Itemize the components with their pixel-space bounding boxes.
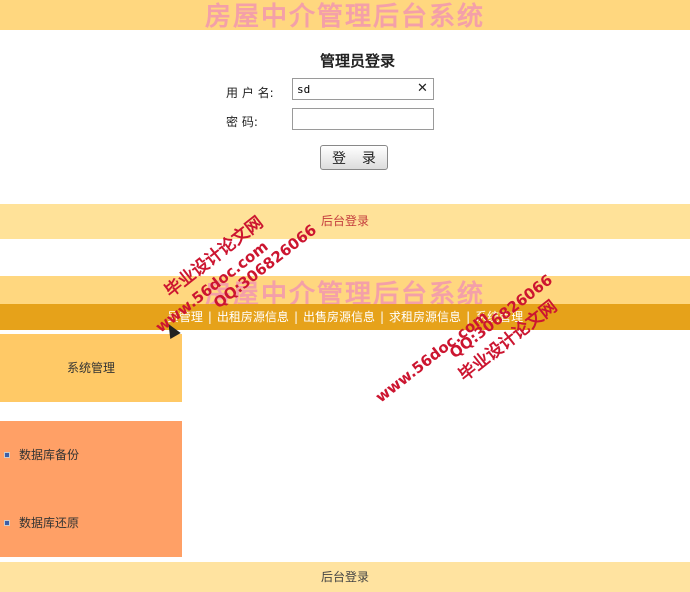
- sidebar-heading: 系统管理: [0, 334, 182, 402]
- banner-title: 房屋中介管理后台系统: [204, 2, 485, 30]
- nav-item-sale[interactable]: 出售房源信息: [303, 310, 375, 324]
- username-label: 用 户 名:: [226, 86, 274, 100]
- password-label: 密 码:: [226, 115, 258, 129]
- nav-separator: |: [293, 310, 298, 324]
- sidebar-item-label: 数据库还原: [19, 516, 80, 530]
- sidebar-item-restore[interactable]: 数据库还原: [0, 513, 182, 533]
- login-button[interactable]: 登 录: [320, 145, 388, 170]
- login-title: 管理员登录: [319, 52, 395, 70]
- bullet-icon: [4, 452, 10, 458]
- admin-banner: 房屋中介管理后台系统: [0, 276, 690, 304]
- top-nav: 员管理 | 出租房源信息 | 出售房源信息 | 求租房源信息 | 系统管理: [0, 304, 690, 330]
- sidebar-item-backup[interactable]: 数据库备份: [0, 445, 182, 465]
- clear-icon[interactable]: ✕: [417, 81, 428, 96]
- username-input[interactable]: [292, 78, 434, 100]
- nav-separator: |: [380, 310, 385, 324]
- nav-separator: |: [207, 310, 212, 324]
- admin-footer-bar: 后台登录: [0, 562, 690, 592]
- admin-banner-title: 房屋中介管理后台系统: [204, 280, 485, 304]
- nav-item-rent-out[interactable]: 出租房源信息: [217, 310, 289, 324]
- nav-item-want-rent[interactable]: 求租房源信息: [389, 310, 461, 324]
- bullet-icon: [4, 520, 10, 526]
- footer-bar: 后台登录: [0, 204, 690, 239]
- top-banner: 房屋中介管理后台系统: [0, 0, 690, 30]
- password-input[interactable]: [292, 108, 434, 130]
- sidebar-item-label: 数据库备份: [19, 448, 80, 462]
- sidebar-menu: 数据库备份 数据库还原: [0, 421, 182, 557]
